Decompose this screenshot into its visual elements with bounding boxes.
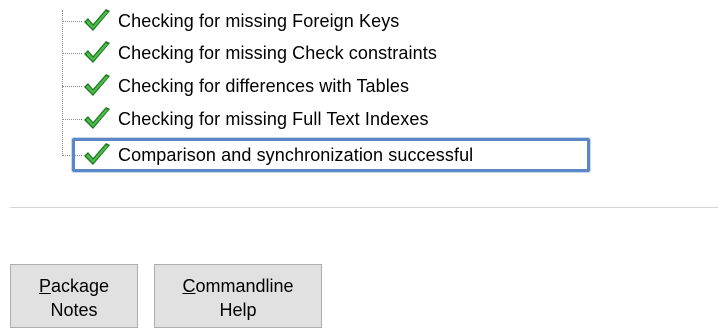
divider: [10, 207, 718, 208]
package-notes-line2: Notes: [50, 300, 98, 320]
check-icon: [84, 41, 110, 63]
tree-branch-line: [62, 118, 82, 120]
tree-item-label: Checking for missing Check constraints: [118, 42, 437, 63]
tree-item: Checking for missing Full Text Indexes: [62, 104, 429, 134]
commandline-help-line1-rest: ommandline: [195, 276, 294, 296]
tree-item: Checking for differences with Tables: [62, 71, 409, 101]
success-highlight-box: [72, 138, 590, 172]
tree-item-label: Checking for missing Foreign Keys: [118, 10, 400, 31]
package-notes-mnemonic: P: [38, 276, 51, 296]
tree-branch-line: [62, 52, 82, 54]
tree-item-label: Checking for missing Full Text Indexes: [118, 108, 429, 129]
package-notes-button[interactable]: Package Notes: [10, 264, 138, 328]
progress-tree: Checking for missing Foreign Keys Checki…: [0, 0, 718, 190]
commandline-help-line1: Commandline: [155, 274, 321, 298]
commandline-help-button[interactable]: Commandline Help: [154, 264, 322, 328]
check-icon: [84, 74, 110, 96]
tree-branch-line: [62, 20, 82, 22]
package-notes-line1-rest: ackage: [50, 276, 110, 296]
commandline-help-line2: Help: [219, 300, 257, 320]
package-notes-line1: Package: [11, 274, 137, 298]
tree-item-label: Checking for differences with Tables: [118, 75, 410, 96]
tree-item: Checking for missing Check constraints: [62, 38, 437, 68]
check-icon: [84, 9, 110, 31]
tree-branch-line: [62, 85, 82, 87]
commandline-help-mnemonic: C: [182, 276, 196, 296]
check-icon: [84, 107, 110, 129]
tree-item: Checking for missing Foreign Keys: [62, 6, 399, 36]
